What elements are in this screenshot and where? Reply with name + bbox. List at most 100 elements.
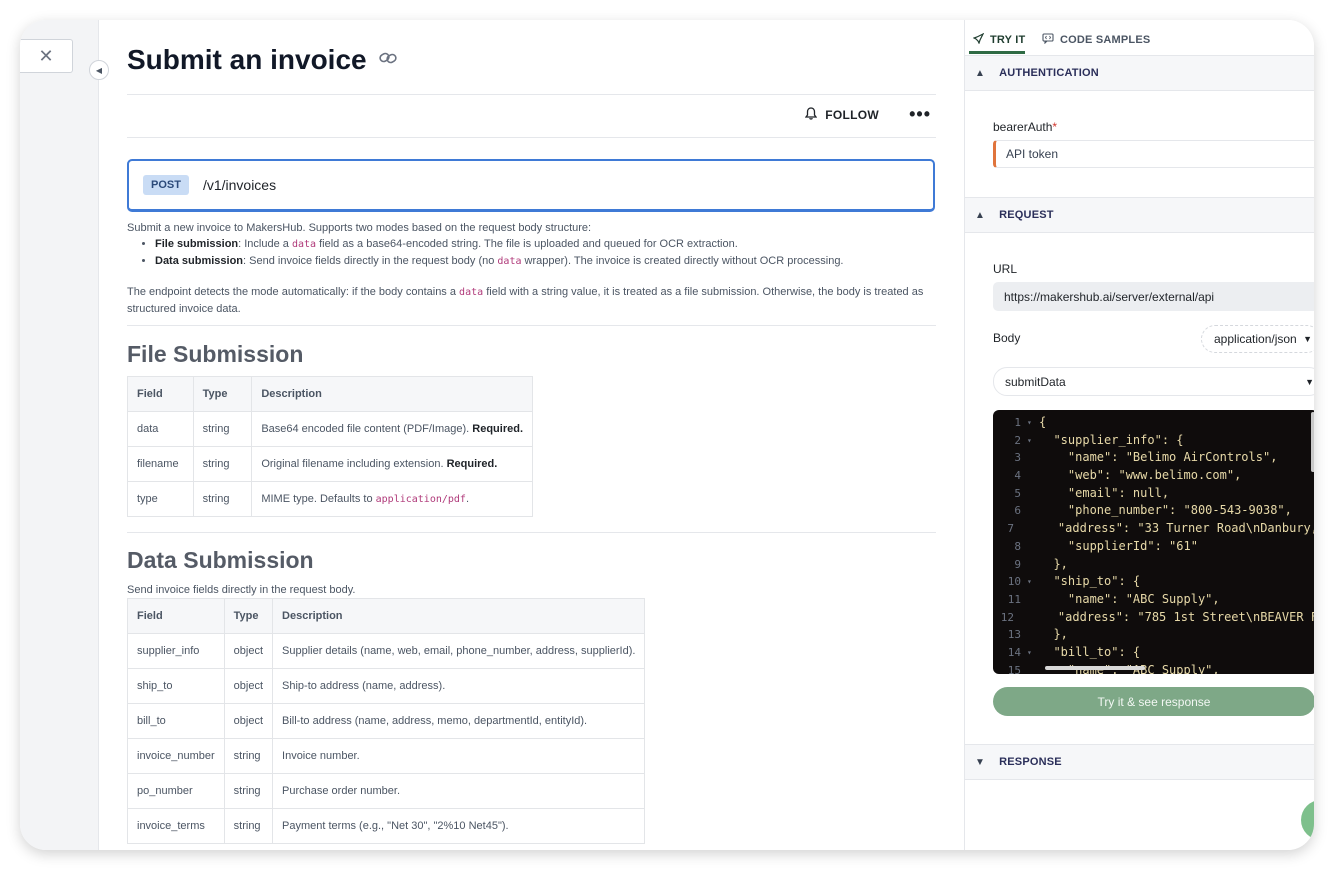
fold-icon xyxy=(1025,626,1039,644)
code-text: "name": "Belimo AirControls", xyxy=(1039,450,1278,465)
line-number: 4 xyxy=(1014,469,1021,483)
description-note: The endpoint detects the mode automatica… xyxy=(127,286,924,315)
action-bar: FOLLOW ••• xyxy=(127,95,936,137)
fold-icon: ▾ xyxy=(1027,418,1032,427)
chevron-left-icon: ◀ xyxy=(95,65,103,75)
line-number: 8 xyxy=(1014,539,1021,553)
table-row: supplier_info object Supplier details (nam… xyxy=(127,633,646,669)
table-row: bill_to object Bill-to address (name, addr… xyxy=(127,703,646,739)
code-line: 2 ▾ "supplier_info": { xyxy=(993,432,1314,450)
example-select[interactable]: submitData ▼ xyxy=(993,367,1314,396)
fold-icon xyxy=(1025,485,1039,503)
line-number: 14 xyxy=(1007,645,1021,659)
link-icon[interactable] xyxy=(378,51,397,70)
app-window: ✕ ◀ Submit an invoice FOLLOW ••• POST /v… xyxy=(20,20,1314,850)
chevron-up-icon: ▲ xyxy=(975,209,986,221)
divider xyxy=(127,137,936,138)
line-number: 3 xyxy=(1014,451,1021,465)
main-content: Submit an invoice FOLLOW ••• POST /v1/in… xyxy=(127,20,937,850)
try-it-panel: TRY IT CODE SAMPLES ▲ AUTHENTICATION bea… xyxy=(964,20,1314,850)
fold-icon xyxy=(1025,662,1039,674)
try-it-button[interactable]: Try it & see response xyxy=(993,687,1314,716)
divider xyxy=(127,325,936,326)
tab-code-samples[interactable]: CODE SAMPLES xyxy=(1042,33,1150,47)
code-samples-icon xyxy=(1042,33,1054,47)
code-line: 6 "phone_number": "800-543-9038", xyxy=(993,502,1314,520)
page-title: Submit an invoice xyxy=(127,44,397,76)
close-button[interactable]: ✕ xyxy=(20,39,73,73)
list-item: File submission: Include a data field as… xyxy=(155,236,936,253)
table-row: type string MIME type. Defaults to applic… xyxy=(127,481,533,517)
close-icon: ✕ xyxy=(38,45,54,66)
file-submission-heading: File Submission xyxy=(127,341,304,367)
code-line: 15 "name": "ABC Supply", xyxy=(993,662,1314,674)
content-type-select[interactable]: application/json ▼ xyxy=(1201,325,1314,353)
code-line: 11 "name": "ABC Supply", xyxy=(993,591,1314,609)
line-number: 13 xyxy=(1007,628,1021,642)
fold-icon xyxy=(1025,591,1039,609)
code-line: 5 "email": null, xyxy=(993,485,1314,503)
follow-label: FOLLOW xyxy=(825,108,879,122)
code-text: "address": "785 1st Street\nBEAVER F xyxy=(1029,609,1314,624)
code-text: }, xyxy=(1039,627,1068,642)
bell-icon xyxy=(804,107,818,123)
line-number: 15 xyxy=(1007,663,1021,674)
line-number: 2 xyxy=(1014,433,1021,447)
code-line: 3 "name": "Belimo AirControls", xyxy=(993,449,1314,467)
vertical-scrollbar[interactable] xyxy=(1311,412,1314,472)
table-row: filename string Original filename includi… xyxy=(127,446,533,482)
code-text: "supplier_info": { xyxy=(1039,432,1184,447)
method-badge: POST xyxy=(143,175,189,195)
bearer-auth-label: bearerAuth* xyxy=(993,120,1058,134)
more-options-icon[interactable]: ••• xyxy=(909,104,931,125)
rocket-icon xyxy=(972,32,985,47)
chat-widget-button[interactable] xyxy=(1301,800,1314,840)
authentication-section-header[interactable]: ▲ AUTHENTICATION xyxy=(965,55,1314,91)
data-submission-subtext: Send invoice fields directly in the requ… xyxy=(127,584,356,596)
panel-tabs: TRY IT CODE SAMPLES xyxy=(965,20,1314,56)
code-line: 10 ▾ "ship_to": { xyxy=(993,573,1314,591)
column-header: Description xyxy=(272,598,646,634)
file-submission-table: Field Type Description data string Base64… xyxy=(127,376,533,517)
column-header: Field xyxy=(127,598,225,634)
line-number: 6 xyxy=(1014,504,1021,518)
left-gutter: ✕ xyxy=(20,20,99,850)
description-intro: Submit a new invoice to MakersHub. Suppo… xyxy=(127,222,592,234)
fold-icon xyxy=(1025,502,1039,520)
code-line: 12 "address": "785 1st Street\nBEAVER F xyxy=(993,609,1314,627)
line-number: 10 xyxy=(1007,575,1021,589)
fold-icon xyxy=(1025,467,1039,485)
divider xyxy=(127,532,936,533)
tab-try-it[interactable]: TRY IT xyxy=(972,32,1025,47)
code-line: 14 ▾ "bill_to": { xyxy=(993,644,1314,662)
code-text: "supplierId": "61" xyxy=(1039,538,1198,553)
horizontal-scrollbar[interactable] xyxy=(1045,666,1145,670)
table-row: invoice_number string Invoice number. xyxy=(127,738,646,774)
caret-down-icon: ▼ xyxy=(1305,376,1314,387)
api-token-input[interactable]: API token xyxy=(993,140,1314,168)
code-line: 8 "supplierId": "61" xyxy=(993,538,1314,556)
request-section-header[interactable]: ▲ REQUEST xyxy=(965,197,1314,233)
chevron-up-icon: ▲ xyxy=(975,67,986,79)
data-submission-table: Field Type Description supplier_info obje… xyxy=(127,598,646,844)
line-number: 1 xyxy=(1014,416,1021,429)
fold-icon xyxy=(1025,538,1039,556)
code-line: 4 "web": "www.belimo.com", xyxy=(993,467,1314,485)
url-field[interactable]: https://makershub.ai/server/external/api xyxy=(993,282,1314,311)
request-body-editor[interactable]: 1 ▾ {2 ▾ "supplier_info": {3 "name": "Belim… xyxy=(993,410,1314,674)
code-line: 1 ▾ { xyxy=(993,414,1314,432)
body-label: Body xyxy=(993,331,1021,345)
line-number: 12 xyxy=(1000,610,1015,624)
active-tab-indicator xyxy=(969,51,1025,54)
fold-icon xyxy=(1018,609,1029,627)
endpoint-path: /v1/invoices xyxy=(202,177,277,193)
endpoint-bar[interactable]: POST /v1/invoices xyxy=(127,159,935,212)
collapse-sidebar-button[interactable]: ◀ xyxy=(89,60,109,80)
caret-down-icon: ▼ xyxy=(1303,334,1312,344)
endpoint-description: Submit a new invoice to MakersHub. Suppo… xyxy=(127,220,936,317)
column-header: Type xyxy=(192,376,253,412)
follow-button[interactable]: FOLLOW xyxy=(804,107,879,123)
data-submission-heading: Data Submission xyxy=(127,547,314,573)
response-section-header[interactable]: ▼ RESPONSE xyxy=(965,744,1314,780)
code-text: "email": null, xyxy=(1039,485,1170,500)
